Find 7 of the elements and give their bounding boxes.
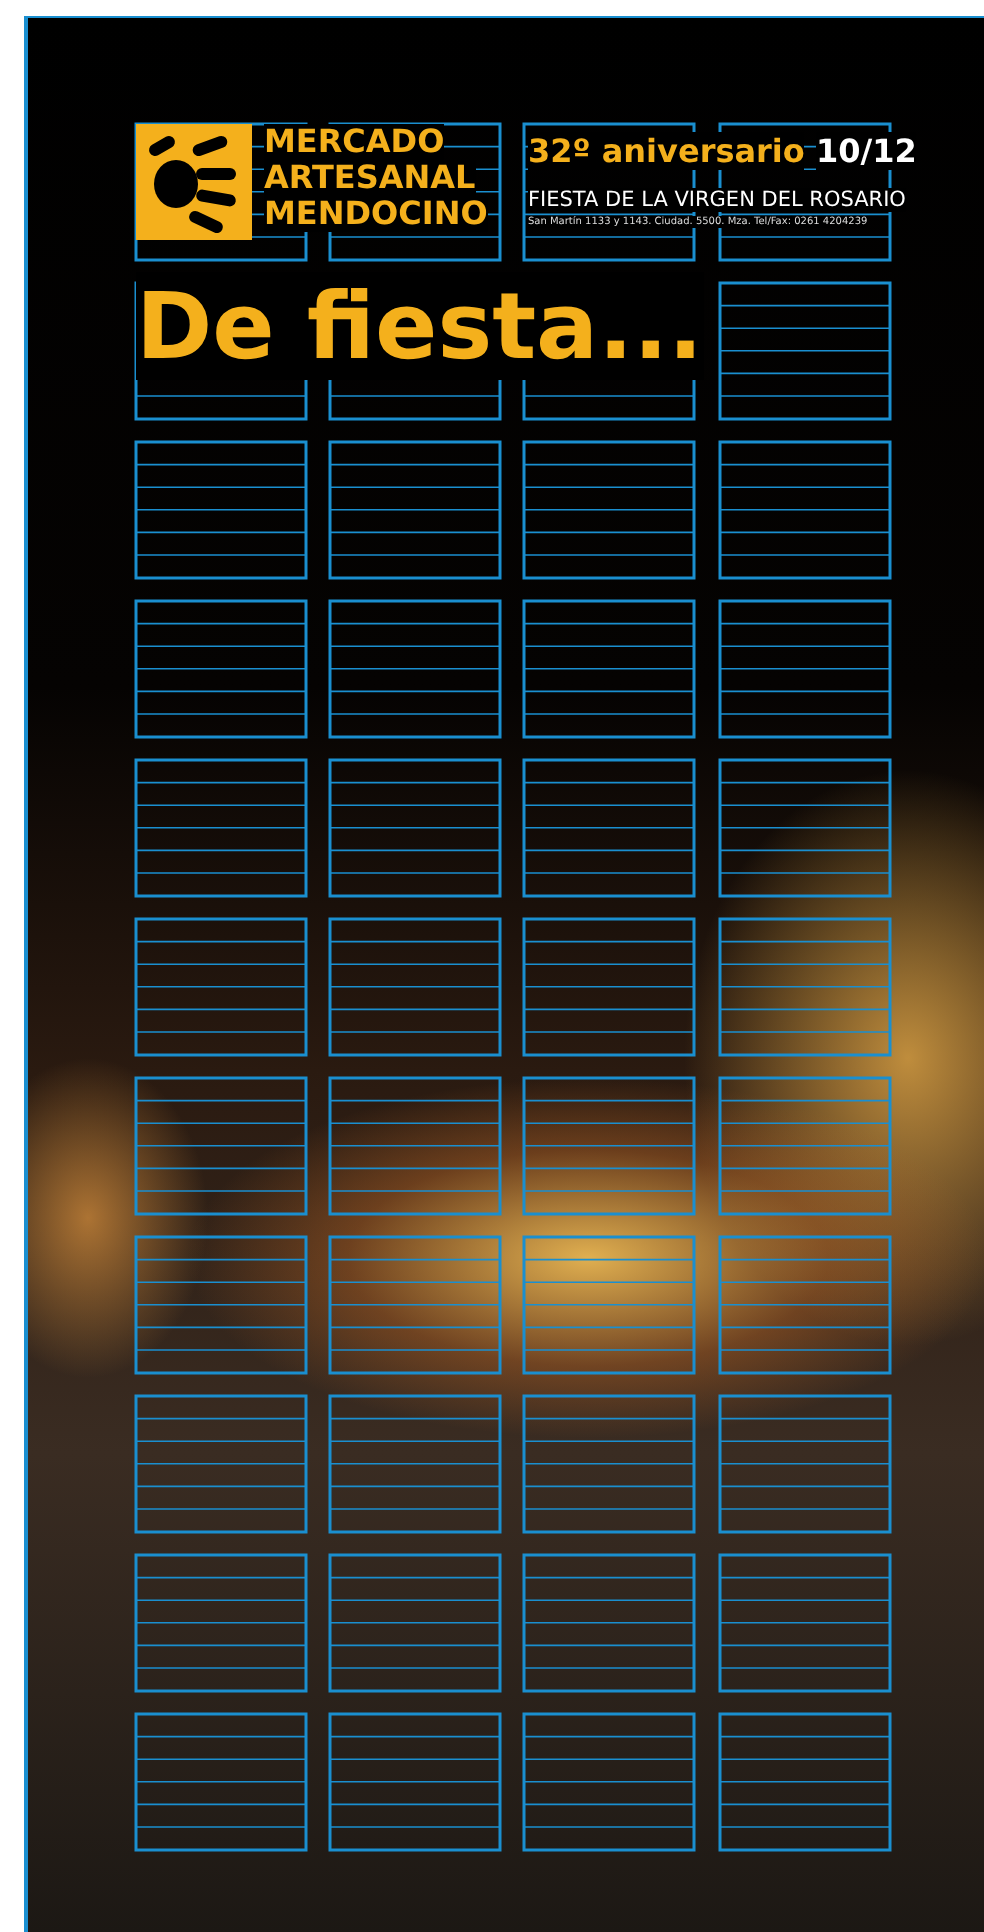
- hand-logo-icon: [136, 124, 252, 240]
- logo-text: ARTESANAL: [264, 160, 476, 196]
- event-title: FIESTA DE LA VIRGEN DEL ROSARIO: [528, 188, 906, 212]
- date-text: 10/12: [815, 132, 917, 170]
- logo-text: MERCADO: [264, 124, 445, 160]
- anniversary-text: 32º aniversario: [528, 132, 805, 170]
- logo-text: MENDOCINO: [264, 196, 488, 232]
